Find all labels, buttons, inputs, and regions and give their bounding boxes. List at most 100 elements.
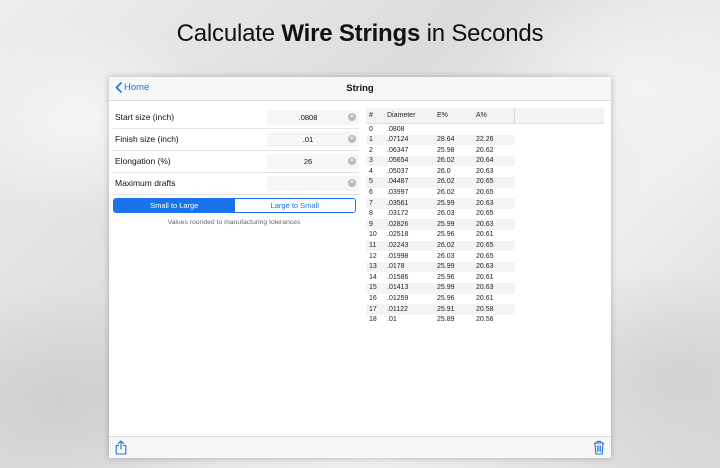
table-cell-elongation: 25.99 [437, 284, 455, 292]
column-header-area: A% [476, 112, 487, 119]
column-divider [514, 108, 515, 124]
table-cell-elongation: 26.0 [437, 167, 451, 175]
table-cell-area: 22.26 [476, 136, 494, 144]
form-row-elongation: Elongation (%) 26 ✕ [113, 151, 359, 173]
results-table: # Diameter E% A% 0 .0808 1 .07124 28.64 22.26… [366, 108, 604, 325]
table-cell-index: 9 [369, 220, 373, 228]
table-header: # Diameter E% A% [366, 108, 604, 124]
table-cell-area: 20.63 [476, 199, 494, 207]
table-cell-area: 20.64 [476, 157, 494, 165]
table-cell-elongation: 25.99 [437, 199, 455, 207]
start-size-input[interactable]: .0808 ✕ [267, 110, 359, 125]
clear-icon[interactable]: ✕ [348, 135, 356, 143]
maximum-drafts-input[interactable]: ✕ [267, 176, 359, 191]
table-cell-index: 8 [369, 210, 373, 218]
maximum-drafts-label: Maximum drafts [115, 178, 176, 188]
clear-icon[interactable]: ✕ [348, 179, 356, 187]
table-cell-area: 20.61 [476, 295, 494, 302]
segment-small-to-large[interactable]: Small to Large [114, 199, 235, 212]
table-cell-index: 0 [369, 125, 373, 133]
form-row-start-size: Start size (inch) .0808 ✕ [113, 107, 359, 129]
table-cell-elongation: 26.02 [437, 178, 455, 186]
table-cell-elongation: 25.96 [437, 231, 455, 239]
table-row: 16 .01259 25.96 20.61 [366, 294, 515, 305]
table-cell-index: 5 [369, 178, 373, 186]
table-cell-index: 15 [369, 284, 377, 292]
headline-bold: Wire Strings [281, 20, 421, 47]
table-row: 5 .04487 26.02 20.65 [366, 176, 515, 188]
table-cell-diameter: .0808 [387, 125, 405, 133]
table-cell-elongation: 26.02 [437, 189, 455, 197]
start-size-value: .0808 [298, 113, 318, 122]
table-cell-index: 11 [369, 242, 377, 250]
table-cell-area: 20.63 [476, 220, 494, 228]
input-form: Start size (inch) .0808 ✕ Finish size (i… [109, 107, 359, 195]
share-icon[interactable] [115, 440, 127, 458]
table-row: 9 .02826 25.99 20.63 [366, 219, 515, 230]
table-cell-index: 10 [369, 231, 377, 239]
table-cell-elongation: 25.89 [437, 316, 455, 324]
table-cell-diameter: .02243 [387, 242, 409, 250]
table-cell-index: 1 [369, 136, 373, 144]
table-cell-area: 20.58 [476, 305, 494, 313]
clear-icon[interactable]: ✕ [348, 113, 356, 121]
trash-icon[interactable] [593, 440, 605, 458]
table-cell-index: 2 [369, 146, 373, 154]
table-cell-area: 20.65 [476, 242, 494, 250]
table-row: 3 .05654 26.02 20.64 [366, 155, 515, 167]
bottom-toolbar [109, 436, 611, 458]
table-row: 1 .07124 28.64 22.26 [366, 134, 515, 146]
elongation-value: 26 [303, 157, 313, 166]
form-row-maximum-drafts: Maximum drafts ✕ [113, 173, 359, 195]
table-cell-elongation: 28.64 [437, 136, 455, 144]
rounding-note: Values rounded to manufacturing toleranc… [167, 219, 301, 226]
table-cell-index: 3 [369, 157, 373, 165]
clear-icon[interactable]: ✕ [348, 157, 356, 165]
table-cell-diameter: .01586 [387, 273, 409, 281]
table-cell-elongation: 25.99 [437, 263, 455, 271]
table-cell-elongation: 25.91 [437, 305, 455, 313]
table-cell-diameter: .01259 [387, 295, 409, 302]
table-cell-area: 20.65 [476, 210, 494, 218]
table-cell-elongation: 26.03 [437, 252, 455, 260]
table-row: 6 .03997 26.02 20.65 [366, 188, 515, 199]
direction-segmented-control: Small to Large Large to Small [113, 198, 356, 213]
table-cell-diameter: .01 [387, 316, 397, 324]
finish-size-input[interactable]: .01 ✕ [267, 132, 359, 147]
table-cell-index: 17 [369, 305, 377, 313]
headline-suffix: in Seconds [420, 20, 544, 47]
table-cell-diameter: .03172 [387, 210, 409, 218]
column-header-diameter: Diameter [387, 112, 416, 119]
table-cell-diameter: .04487 [387, 178, 409, 186]
table-cell-diameter: .05037 [387, 167, 409, 175]
column-header-index: # [369, 112, 373, 119]
table-cell-elongation: 26.02 [437, 157, 455, 165]
nav-title: String [346, 83, 374, 94]
table-row: 10 .02518 25.96 20.61 [366, 230, 515, 241]
table-row: 0 .0808 [366, 124, 515, 135]
table-row: 2 .06347 25.98 20.62 [366, 145, 515, 156]
table-cell-index: 12 [369, 252, 377, 260]
table-cell-diameter: .02518 [387, 231, 409, 239]
table-row: 8 .03172 26.03 20.65 [366, 209, 515, 220]
table-cell-index: 13 [369, 263, 377, 271]
table-cell-area: 20.65 [476, 252, 494, 260]
table-body: 0 .0808 1 .07124 28.64 22.26 2 .06347 25.98 20.62… [366, 124, 604, 325]
table-cell-elongation: 25.99 [437, 220, 455, 228]
finish-size-label: Finish size (inch) [115, 134, 179, 144]
table-cell-index: 6 [369, 189, 373, 197]
column-header-elongation: E% [437, 112, 448, 119]
segment-large-to-small[interactable]: Large to Small [234, 199, 355, 212]
elongation-input[interactable]: 26 ✕ [267, 154, 359, 169]
table-cell-area: 20.65 [476, 189, 494, 197]
table-row: 13 .0178 25.99 20.63 [366, 261, 515, 273]
table-cell-diameter: .01413 [387, 284, 409, 292]
table-row: 15 .01413 25.99 20.63 [366, 282, 515, 294]
table-cell-diameter: .03561 [387, 199, 409, 207]
table-cell-elongation: 25.96 [437, 295, 455, 302]
table-cell-diameter: .01998 [387, 252, 409, 260]
form-row-finish-size: Finish size (inch) .01 ✕ [113, 129, 359, 151]
table-cell-diameter: .0178 [387, 263, 405, 271]
table-row: 14 .01586 25.96 20.61 [366, 272, 515, 283]
table-cell-area: 20.56 [476, 316, 494, 324]
